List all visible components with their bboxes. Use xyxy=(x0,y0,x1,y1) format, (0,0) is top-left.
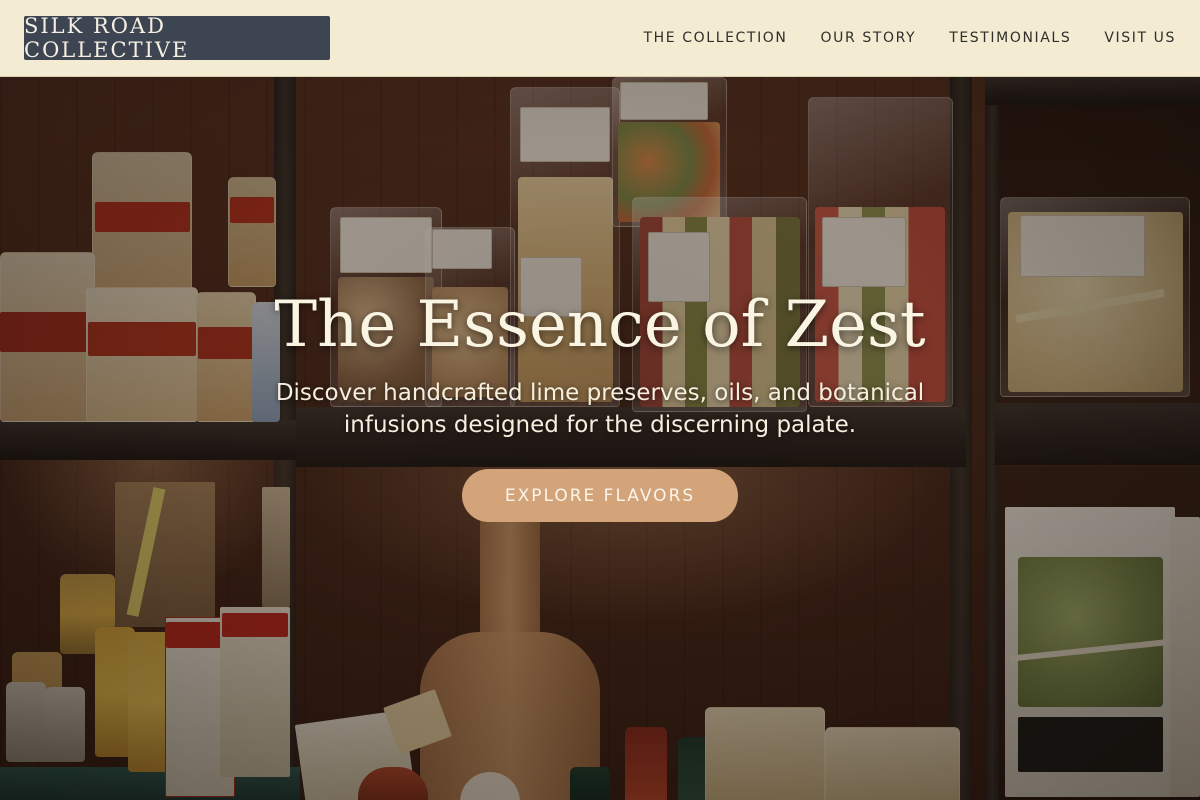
nav-links: THE COLLECTION OUR STORY TESTIMONIALS VI… xyxy=(644,28,1176,48)
top-navigation: SILK ROAD COLLECTIVE THE COLLECTION OUR … xyxy=(0,0,1200,77)
page: SILK ROAD COLLECTIVE THE COLLECTION OUR … xyxy=(0,0,1200,800)
hero-section: The Essence of Zest Discover handcrafted… xyxy=(0,77,1200,800)
nav-link-visit-us[interactable]: VISIT US xyxy=(1104,28,1176,48)
hero-subtitle: Discover handcrafted lime preserves, oil… xyxy=(275,380,925,438)
nav-link-our-story[interactable]: OUR STORY xyxy=(821,28,917,48)
hero-title: The Essence of Zest xyxy=(274,288,926,362)
explore-flavors-button[interactable]: EXPLORE FLAVORS xyxy=(462,469,738,522)
brand-logo[interactable]: SILK ROAD COLLECTIVE xyxy=(24,14,330,62)
nav-link-the-collection[interactable]: THE COLLECTION xyxy=(644,28,788,48)
nav-link-testimonials[interactable]: TESTIMONIALS xyxy=(949,28,1071,48)
hero-content: The Essence of Zest Discover handcrafted… xyxy=(0,77,1200,800)
